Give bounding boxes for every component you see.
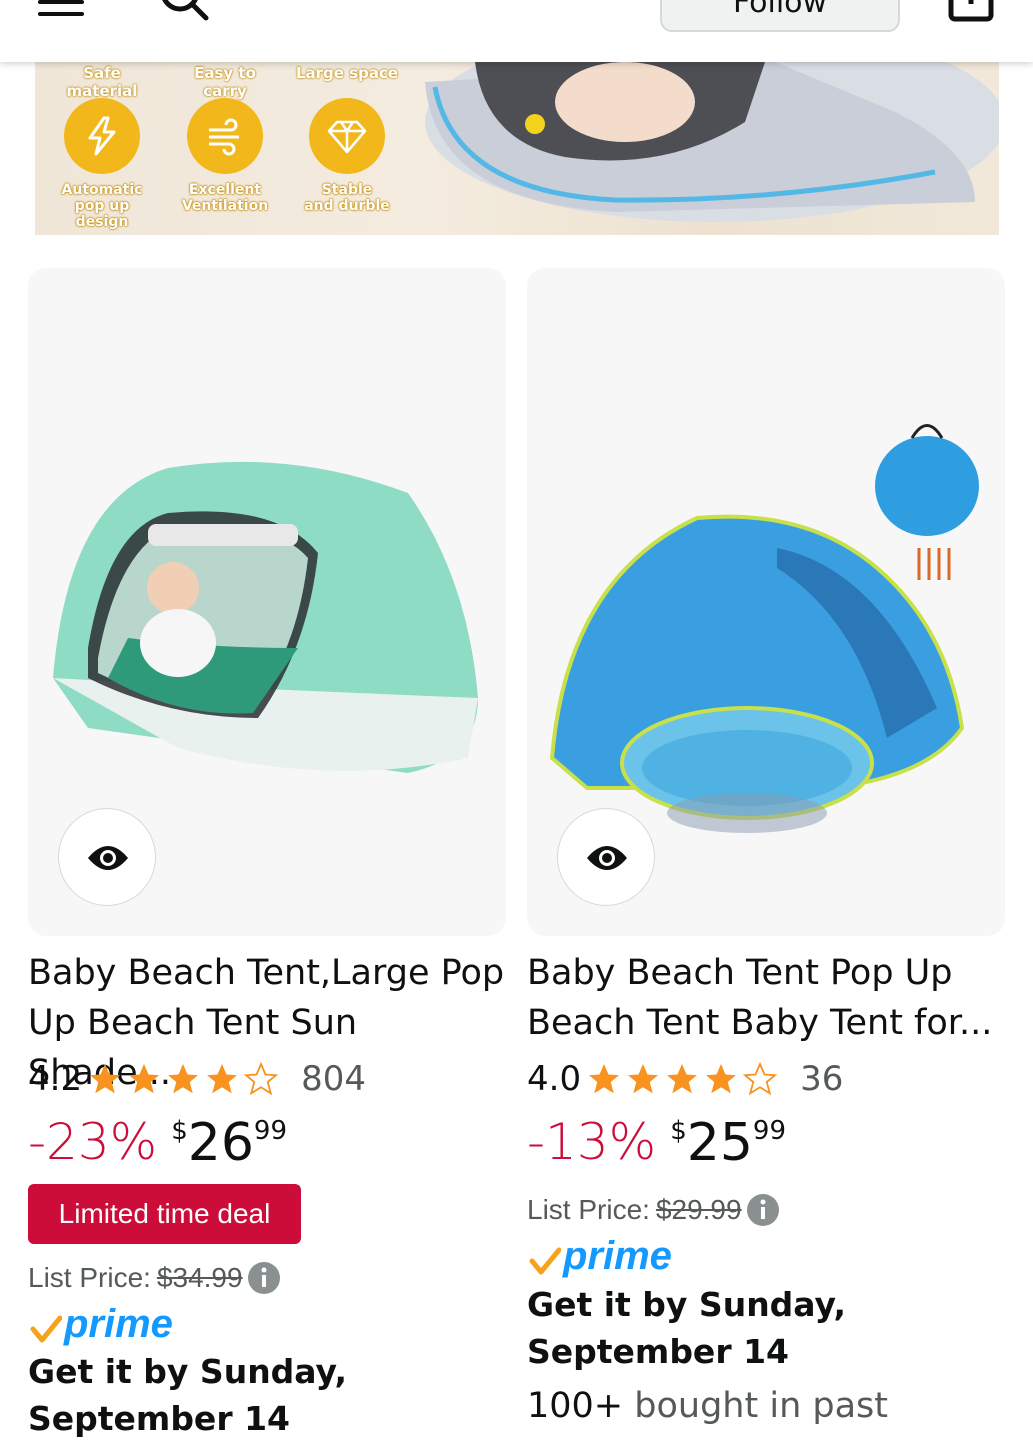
price-whole: 25 [686, 1113, 753, 1173]
delivery-line: September 14 [28, 1399, 291, 1438]
price: $ 26 99 [171, 1112, 287, 1174]
star-empty-icon [243, 1061, 279, 1096]
product-image-blue-tent[interactable] [527, 268, 1005, 936]
delivery-info: Get it by Sunday, September 14 [28, 1348, 347, 1440]
rating-value: 4.0 [527, 1059, 582, 1099]
price-row: -23% $ 26 99 [28, 1112, 287, 1174]
rating-row[interactable]: 4.2 804 [28, 1056, 366, 1102]
search-icon[interactable] [158, 0, 210, 26]
price-fraction: 99 [752, 1116, 786, 1146]
delivery-line: Get it by Sunday, [28, 1352, 348, 1391]
feature-label: Stable and durble [304, 182, 390, 214]
top-bar: Follow [0, 0, 1033, 62]
star-full-icon [589, 1064, 620, 1094]
price-fraction: 99 [253, 1116, 287, 1146]
star-empty-icon [742, 1061, 778, 1096]
rating-value: 4.2 [28, 1059, 83, 1099]
feature-label: Excellent Ventilation [181, 182, 269, 214]
info-icon[interactable] [247, 1261, 281, 1295]
tent-banner-image [425, 62, 999, 222]
title-line: Beach Tent Baby Tent for... [527, 1003, 993, 1043]
star-full-icon [667, 1064, 698, 1094]
title-line: Baby Beach Tent,Large Pop [28, 953, 505, 993]
feature-stable: Stable and durble [292, 98, 402, 214]
feature-auto-popup: Automatic pop up design [47, 98, 157, 230]
list-price-value: $34.99 [156, 1262, 243, 1293]
feature-ventilation: Excellent Ventilation [170, 98, 280, 214]
prime-badge: prime [529, 1230, 672, 1276]
wind-icon [187, 98, 263, 174]
menu-icon[interactable] [38, 0, 84, 16]
price-whole: 26 [187, 1113, 254, 1173]
currency-symbol: $ [670, 1116, 687, 1146]
feature-label: Automatic pop up design [61, 182, 143, 230]
review-count: 804 [301, 1059, 366, 1099]
star-rating [86, 1061, 281, 1097]
delivery-line: Get it by Sunday, [527, 1285, 847, 1324]
review-count: 36 [800, 1059, 844, 1099]
star-full-icon [706, 1064, 737, 1094]
price-row: -13% $ 25 99 [527, 1112, 786, 1174]
star-full-icon [168, 1064, 199, 1094]
prime-label: prime [563, 1234, 672, 1278]
star-rating [585, 1061, 780, 1097]
feature-top-label: Easy to carry [194, 64, 256, 100]
star-full-icon [90, 1064, 121, 1094]
price: $ 25 99 [670, 1112, 786, 1174]
list-price-label: List Price: [28, 1262, 151, 1293]
list-price: List Price: $29.99 [527, 1190, 780, 1230]
eye-icon [88, 846, 128, 870]
feature-top-label: Safe material [66, 64, 138, 100]
product-image-green-tent[interactable] [28, 268, 506, 936]
feature-large-space: Large space [292, 64, 402, 82]
prime-check-icon [30, 1315, 62, 1343]
delivery-info: Get it by Sunday, September 14 [527, 1281, 846, 1375]
list-price-label: List Price: [527, 1194, 650, 1225]
quick-view-button[interactable] [58, 808, 156, 906]
bought-prefix: 100+ [527, 1386, 624, 1426]
currency-symbol: $ [171, 1116, 188, 1146]
discount-percent: -23% [28, 1113, 158, 1171]
product-title[interactable]: Baby Beach Tent Pop Up Beach Tent Baby T… [527, 948, 1005, 1048]
diamond-icon [309, 98, 385, 174]
prime-badge: prime [30, 1298, 173, 1344]
delivery-line: September 14 [527, 1332, 790, 1371]
feature-safe-material: Safe material [47, 64, 157, 100]
bought-suffix: bought in past [634, 1386, 888, 1426]
feature-top-label: Large space [295, 64, 399, 82]
discount-percent: -13% [527, 1113, 657, 1171]
follow-button[interactable]: Follow [660, 0, 900, 32]
feature-easy-to-carry: Easy to carry [170, 64, 280, 100]
quick-view-button[interactable] [557, 808, 655, 906]
bought-count: 100+ bought in past [527, 1383, 888, 1429]
title-line: Baby Beach Tent Pop Up [527, 953, 953, 993]
limited-deal-badge: Limited time deal [28, 1184, 301, 1244]
info-icon[interactable] [746, 1193, 780, 1227]
star-full-icon [129, 1064, 160, 1094]
star-full-icon [207, 1064, 238, 1094]
list-price-value: $29.99 [655, 1194, 742, 1225]
share-icon[interactable] [948, 0, 996, 28]
rating-row[interactable]: 4.0 36 [527, 1056, 843, 1102]
prime-label: prime [64, 1302, 173, 1346]
brand-banner[interactable]: Safe material Easy to carry Large space … [35, 62, 999, 235]
lightning-icon [64, 98, 140, 174]
prime-check-icon [529, 1247, 561, 1275]
eye-icon [587, 846, 627, 870]
star-full-icon [628, 1064, 659, 1094]
list-price: List Price: $34.99 [28, 1258, 281, 1298]
